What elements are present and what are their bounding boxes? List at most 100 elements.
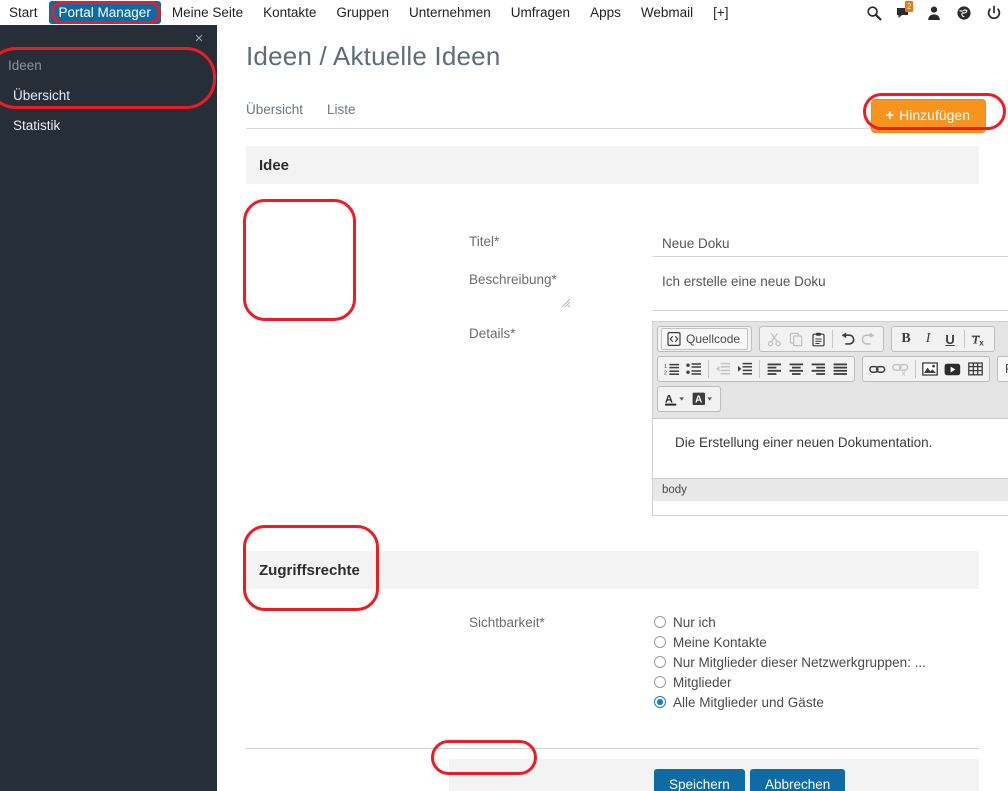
main-content: Ideen / Aktuelle Ideen Übersicht Liste +… (217, 25, 1008, 791)
nav-item-start[interactable]: Start (1, 1, 47, 24)
radio-icon-selected[interactable] (654, 696, 666, 708)
cancel-button[interactable]: Abbrechen (750, 769, 846, 791)
svg-text:x: x (979, 338, 984, 346)
messages-icon[interactable]: 2 (896, 0, 914, 21)
underline-icon[interactable]: U (939, 328, 961, 350)
outdent-icon[interactable] (712, 358, 734, 380)
align-right-icon[interactable] (807, 358, 829, 380)
svg-text:1: 1 (664, 364, 667, 370)
toolbar-separator (832, 330, 834, 348)
nav-item-portal-manager[interactable]: Portal Manager (48, 1, 161, 24)
sidebar-group-title: Ideen (8, 58, 42, 73)
radio-option-netzwerkgruppen[interactable]: Nur Mitglieder dieser Netzwerkgruppen: .… (654, 652, 1008, 672)
format-dropdown[interactable]: Format ▼ (997, 356, 1008, 382)
nav-item-gruppen[interactable]: Gruppen (327, 1, 398, 24)
app-root: Start Portal Manager Meine Seite Kontakt… (0, 0, 1008, 791)
nav-item-apps[interactable]: Apps (581, 1, 630, 24)
toolbar-group-insert: x (862, 356, 990, 382)
label-sichtbarkeit: Sichtbarkeit* (469, 615, 545, 630)
align-justify-icon[interactable] (829, 358, 851, 380)
toolbar-group-clipboard (759, 326, 885, 352)
user-icon[interactable] (926, 5, 942, 21)
nav-item-add-more[interactable]: [+] (704, 1, 737, 24)
radio-label: Nur ich (673, 614, 716, 630)
tab-uebersicht[interactable]: Übersicht (246, 102, 303, 124)
align-center-icon[interactable] (785, 358, 807, 380)
radio-option-meine-kontakte[interactable]: Meine Kontakte (654, 632, 1008, 652)
background-color-icon[interactable]: A (689, 388, 717, 410)
editor-content-area[interactable]: Die Erstellung einer neuen Dokumentation… (653, 419, 1008, 478)
undo-icon[interactable] (836, 328, 858, 350)
nav-item-umfragen[interactable]: Umfragen (502, 1, 579, 24)
label-titel: Titel* (469, 234, 500, 249)
source-button-label: Quellcode (686, 332, 741, 346)
radio-option-mitglieder[interactable]: Mitglieder (654, 672, 1008, 692)
radio-icon[interactable] (654, 616, 666, 628)
save-button[interactable]: Speichern (654, 769, 745, 791)
radio-icon[interactable] (654, 636, 666, 648)
rich-text-editor: Quellcode B I U T x 1 2 x A A Die Erstel… (652, 321, 1008, 516)
textarea-resize-grip[interactable] (560, 297, 571, 308)
text-color-icon[interactable]: A (661, 388, 689, 410)
toolbar-separator (708, 360, 709, 378)
unlink-icon[interactable]: x (889, 358, 912, 380)
radio-option-alle-mitglieder-und-gaeste[interactable]: Alle Mitglieder und Gäste (654, 692, 1008, 712)
redo-icon[interactable] (858, 328, 880, 350)
tab-liste[interactable]: Liste (327, 102, 356, 124)
radio-option-nur-ich[interactable]: Nur ich (654, 612, 1008, 632)
globe-icon[interactable] (956, 5, 972, 21)
add-button[interactable]: + Hinzufügen (871, 99, 986, 133)
power-icon[interactable] (986, 4, 1002, 21)
video-icon[interactable] (941, 358, 964, 380)
radio-icon[interactable] (654, 656, 666, 668)
top-nav-items: Start Portal Manager Meine Seite Kontakt… (0, 0, 739, 25)
table-icon[interactable] (964, 358, 986, 380)
copy-icon[interactable] (785, 328, 807, 350)
indent-icon[interactable] (734, 358, 756, 380)
content-tabs: Übersicht Liste (246, 102, 979, 129)
link-icon[interactable] (866, 358, 889, 380)
radio-label: Alle Mitglieder und Gäste (673, 694, 824, 710)
radio-label: Nur Mitglieder dieser Netzwerkgruppen: .… (673, 654, 926, 670)
nav-item-unternehmen[interactable]: Unternehmen (400, 1, 500, 24)
svg-text:x: x (902, 371, 906, 376)
footer-divider (246, 748, 979, 749)
label-beschreibung: Beschreibung* (469, 272, 557, 287)
paste-icon[interactable] (807, 328, 829, 350)
section-title-idee: Idee (259, 156, 290, 174)
source-icon[interactable]: Quellcode (661, 328, 749, 350)
close-icon[interactable]: × (191, 31, 207, 47)
nav-item-meine-seite[interactable]: Meine Seite (163, 1, 252, 24)
sichtbarkeit-radio-group: Nur ich Meine Kontakte Nur Mitglieder di… (654, 612, 1008, 712)
align-left-icon[interactable] (763, 358, 785, 380)
section-header-idee: Idee (246, 146, 979, 184)
page-title: Ideen / Aktuelle Ideen (246, 41, 501, 71)
sidebar-item-statistik[interactable]: Statistik (13, 118, 60, 133)
remove-format-icon[interactable]: T x (968, 328, 991, 350)
beschreibung-textarea[interactable] (652, 267, 1008, 311)
radio-label: Meine Kontakte (673, 634, 767, 650)
nav-item-webmail[interactable]: Webmail (632, 1, 702, 24)
label-details: Details* (469, 326, 516, 341)
bulleted-list-icon[interactable] (683, 358, 705, 380)
section-header-zugriffsrechte: Zugriffsrechte (246, 551, 979, 589)
nav-item-kontakte[interactable]: Kontakte (254, 1, 325, 24)
sidebar-item-uebersicht[interactable]: Übersicht (13, 88, 70, 103)
numbered-list-icon[interactable]: 1 2 (661, 358, 683, 380)
bold-icon[interactable]: B (895, 328, 917, 350)
editor-path-body[interactable]: body (662, 484, 687, 496)
italic-icon[interactable]: I (917, 328, 939, 350)
search-icon[interactable] (866, 5, 882, 21)
toolbar-separator (964, 330, 966, 348)
cut-icon[interactable] (763, 328, 785, 350)
toolbar-separator (759, 360, 760, 378)
editor-toolbar-row-1: Quellcode B I U T x (657, 326, 1008, 352)
messages-badge: 2 (905, 0, 914, 12)
radio-icon[interactable] (654, 676, 666, 688)
top-navigation-bar: Start Portal Manager Meine Seite Kontakt… (0, 0, 1008, 25)
titel-input[interactable] (652, 230, 1008, 257)
image-icon[interactable] (919, 358, 941, 380)
toolbar-separator (915, 360, 916, 378)
svg-text:2: 2 (664, 371, 667, 376)
svg-text:A: A (695, 395, 702, 406)
